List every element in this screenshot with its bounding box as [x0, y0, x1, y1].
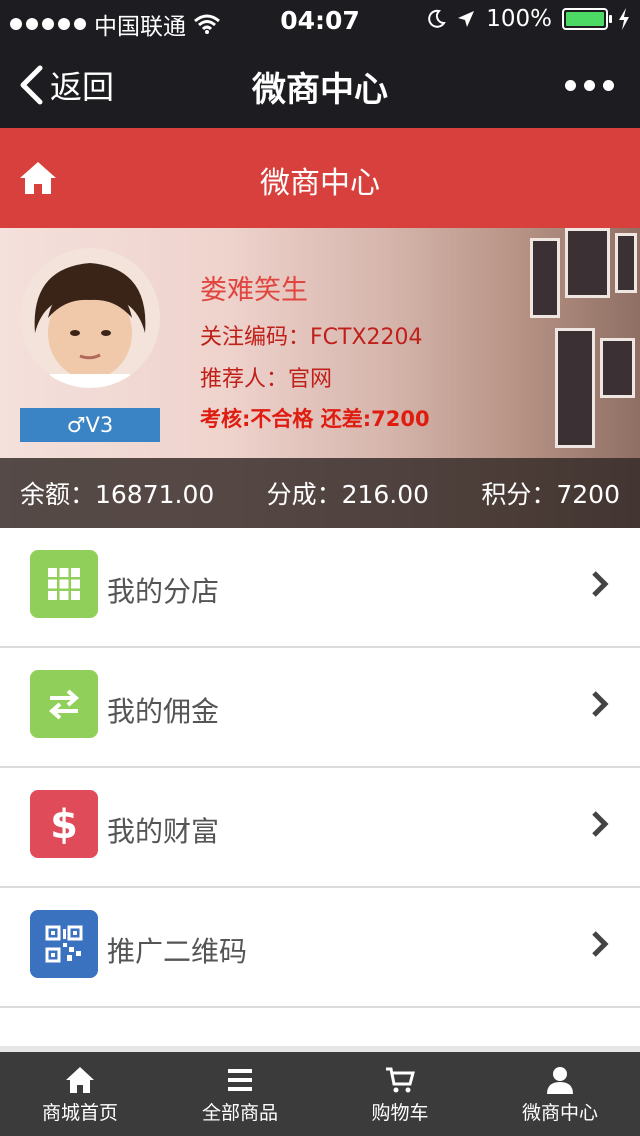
- list-icon: [228, 1068, 252, 1091]
- nav-title: 微商中心: [252, 70, 388, 110]
- menu-item-label: 我的佣金: [107, 695, 220, 728]
- commission-stat: 分成：216.00: [266, 480, 430, 509]
- menu-list: 我的分店 我的佣金 $ 我的财富 推广二维码: [0, 528, 640, 1008]
- points-stat: 积分：7200: [481, 480, 620, 509]
- battery-percent: 100%: [486, 6, 552, 32]
- menu-item-my-commission[interactable]: 我的佣金: [0, 648, 640, 768]
- tab-cart[interactable]: 购物车: [320, 1052, 480, 1136]
- referrer: 推荐人：官网: [200, 367, 333, 392]
- charging-icon: [619, 8, 629, 30]
- more-button[interactable]: [565, 80, 614, 91]
- page-header: 微商中心: [0, 128, 640, 228]
- chevron-right-icon: [592, 571, 609, 597]
- location-arrow-icon: [458, 11, 475, 27]
- tab-label: 全部商品: [201, 1101, 278, 1124]
- home-icon: [66, 1066, 94, 1093]
- background-decoration: [460, 228, 640, 458]
- chevron-right-icon: [592, 811, 609, 837]
- assessment-status: 考核:不合格 还差:7200: [200, 407, 430, 431]
- status-bar: 中国联通 04:07 100%: [0, 0, 640, 42]
- menu-item-label: 我的分店: [107, 575, 220, 608]
- menu-item-my-wealth[interactable]: $ 我的财富: [0, 768, 640, 888]
- menu-item-qrcode[interactable]: 推广二维码: [0, 888, 640, 1008]
- user-icon: [547, 1066, 573, 1094]
- menu-spacer: [0, 1008, 640, 1052]
- tab-micro-business[interactable]: 微商中心: [480, 1052, 640, 1136]
- nav-bar: 返回 微商中心: [0, 42, 640, 128]
- tab-label: 微商中心: [521, 1101, 598, 1124]
- tab-home[interactable]: 商城首页: [0, 1052, 160, 1136]
- stats-bar: 余额：16871.00 分成：216.00 积分：7200: [0, 458, 640, 528]
- chevron-right-icon: [592, 691, 609, 717]
- chevron-right-icon: [592, 931, 609, 957]
- profile-card: ♂V3 娄难笑生 关注编码：FCTX2204 推荐人：官网 考核:不合格 还差:…: [0, 228, 640, 528]
- avatar[interactable]: [20, 248, 160, 388]
- battery-icon: [562, 8, 612, 30]
- menu-item-my-store[interactable]: 我的分店: [0, 528, 640, 648]
- user-name: 娄难笑生: [200, 275, 308, 306]
- tab-label: 购物车: [371, 1101, 429, 1124]
- tab-bar: 商城首页 全部商品 购物车 微商中心: [0, 1052, 640, 1136]
- cart-icon: [386, 1067, 415, 1092]
- qrcode-icon: [30, 910, 98, 978]
- grid-icon: [30, 550, 98, 618]
- status-right: 100%: [426, 6, 630, 32]
- avatar-image: [20, 248, 160, 388]
- follow-code: 关注编码：FCTX2204: [200, 325, 423, 350]
- menu-item-label: 推广二维码: [107, 935, 248, 968]
- svg-text:$: $: [50, 802, 78, 846]
- top-bar: 中国联通 04:07 100% 返回 微商中心: [0, 0, 640, 128]
- profile-info: 娄难笑生 关注编码：FCTX2204 推荐人：官网 考核:不合格 还差:7200: [200, 268, 430, 433]
- balance-stat: 余额：16871.00: [20, 480, 215, 509]
- dollar-icon: $: [30, 790, 98, 858]
- tab-label: 商城首页: [41, 1101, 118, 1124]
- exchange-icon: [30, 670, 98, 738]
- menu-item-label: 我的财富: [107, 815, 220, 848]
- page-title: 微商中心: [260, 166, 380, 201]
- moon-icon: [428, 9, 447, 28]
- level-badge: ♂V3: [20, 408, 160, 442]
- tab-all-products[interactable]: 全部商品: [160, 1052, 320, 1136]
